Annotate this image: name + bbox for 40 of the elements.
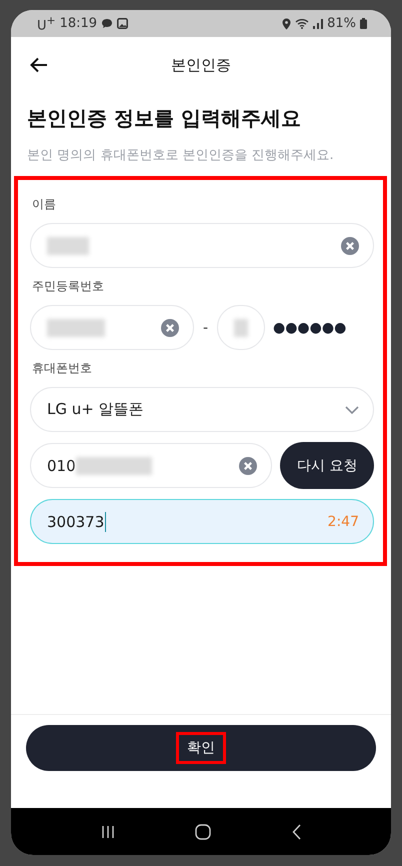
chevron-down-icon [345, 406, 359, 414]
field-label: 이름 [32, 196, 57, 213]
carrier-label: U$^{+}$ [37, 14, 56, 34]
confirm-button[interactable]: 확인 [26, 725, 376, 771]
separator-dash: - [202, 320, 210, 336]
wifi-icon [295, 18, 310, 29]
subtitle: 본인 명의의 휴대폰번호로 본인인증을 진행해주세요. [27, 147, 335, 164]
page-title: 본인인증 [171, 56, 231, 74]
clear-icon[interactable] [341, 236, 359, 254]
masked-digits: ●●●●●● [273, 320, 346, 336]
clear-icon[interactable] [161, 318, 179, 336]
redacted-blur [47, 236, 89, 254]
countdown-timer: 2:47 [328, 514, 359, 530]
gender-digit-field[interactable] [217, 305, 265, 350]
field-label: 주민등록번호 [32, 278, 105, 295]
carrier-dropdown[interactable]: LG u+ 알뜰폰 [30, 387, 374, 432]
field-label: 휴대폰번호 [32, 360, 93, 377]
redacted-blur [47, 318, 105, 336]
text-cursor [105, 512, 106, 532]
image-icon [117, 18, 128, 29]
location-icon [282, 18, 292, 30]
home-icon[interactable] [195, 824, 212, 840]
redacted-blur [234, 318, 248, 336]
battery-percent: 81% [327, 16, 356, 31]
phone-field[interactable]: 010 [30, 443, 272, 488]
heading: 본인인증 정보를 입력해주세요 [27, 105, 302, 132]
clock-time: 18:19 [60, 16, 98, 31]
back-icon[interactable] [292, 824, 301, 840]
code-value: 300373 [47, 512, 104, 530]
birthdate-field[interactable] [30, 305, 194, 350]
name-field[interactable] [30, 223, 374, 268]
chat-icon [101, 18, 114, 29]
signal-icon [313, 18, 324, 28]
recent-apps-icon[interactable] [101, 824, 116, 838]
battery-icon [360, 18, 367, 29]
clear-icon[interactable] [239, 456, 258, 474]
resend-button[interactable]: 다시 요청 [280, 442, 374, 489]
code-field[interactable]: 300373 2:47 [30, 499, 374, 544]
back-arrow-icon[interactable] [30, 57, 48, 73]
phone-prefix: 010 [47, 456, 76, 474]
